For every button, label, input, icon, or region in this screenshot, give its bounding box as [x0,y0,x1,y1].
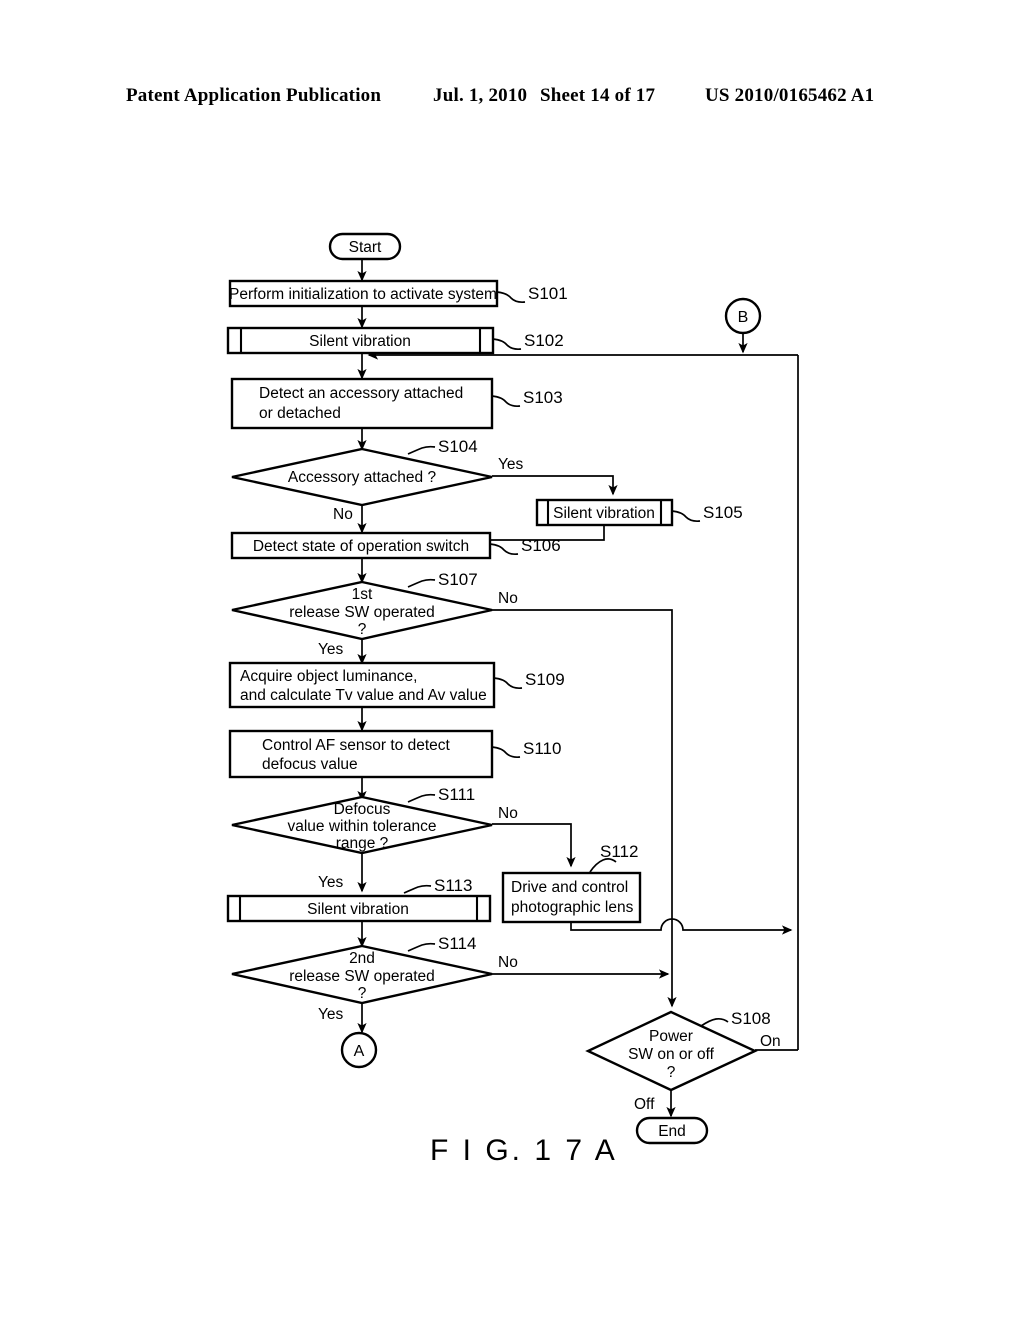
step-s112: S112 [600,842,638,861]
node-s108-line1: Power [649,1028,693,1045]
step-s108: S108 [731,1009,771,1028]
edge-s107-no-to-s108 [492,609,677,1008]
node-s104-label: Accessory attached ? [288,469,437,486]
node-s110: Control AF sensor to detect defocus valu… [228,729,561,779]
node-s106: Detect state of operation switch S106 [230,531,561,560]
step-s103: S103 [523,388,563,407]
edge-label-s104-no: No [333,506,353,523]
node-s103-line2: or detached [259,405,341,422]
node-s107-line3: ? [358,621,367,638]
node-s110-line1: Control AF sensor to detect [262,737,451,754]
leader-s114 [407,942,436,952]
node-s103: Detect an accessory attached or detached… [230,377,563,430]
node-s107-line2: release SW operated [289,604,435,621]
node-s111: Defocus value within tolerance range ? S… [231,785,518,891]
connector-a-label: A [354,1043,365,1060]
leader-s104 [407,445,436,455]
edge-label-s104-yes: Yes [498,456,524,473]
node-s107-line1: 1st [352,586,373,603]
step-s104: S104 [438,437,478,456]
flowchart-svg: Start Perform initialization to activate… [226,232,799,1167]
leader-s113 [403,884,432,894]
node-s113: Silent vibration S113 [226,876,492,923]
flowchart-figure: Start Perform initialization to activate… [0,0,1024,1320]
leader-s109 [493,677,523,690]
node-s109: Acquire object luminance, and calculate … [228,661,565,709]
edge-s111-no-to-s112 [492,823,576,868]
connector-a: A [340,1031,378,1069]
edge-s104-yes-to-s105 [492,475,618,496]
node-s112-line2: photographic lens [511,899,634,916]
node-s110-line2: defocus value [262,756,358,773]
node-s101: Perform initialization to activate syste… [228,279,568,308]
node-s114-line2: release SW operated [289,968,435,985]
node-s113-label: Silent vibration [307,901,409,918]
terminator-start-label: Start [349,239,382,256]
edge-label-s108-off: Off [634,1096,655,1113]
node-s108-line2: SW on or off [628,1046,715,1063]
node-s108-line3: ? [667,1064,676,1081]
terminator-start: Start [328,232,402,261]
node-s109-line2: and calculate Tv value and Av value [240,687,487,704]
node-s105-label: Silent vibration [553,505,655,522]
leader-s107 [407,578,436,588]
leader-s101 [496,291,526,304]
edge-label-s111-yes: Yes [318,874,344,891]
node-s108: Power SW on or off ? S108 On Off [585,1009,781,1113]
node-s107: 1st release SW operated ? S107 No Yes [231,570,518,658]
node-s106-label: Detect state of operation switch [253,538,469,555]
node-s104: Accessory attached ? S104 Yes No [231,437,524,523]
connector-b-label: B [738,309,749,326]
step-s110: S110 [523,739,561,758]
node-s102-label: Silent vibration [309,333,411,350]
node-s102: Silent vibration S102 [226,326,564,355]
step-s106: S106 [521,536,561,555]
edge-label-s108-on: On [760,1033,781,1050]
node-s103-line1: Detect an accessory attached [259,385,463,402]
node-s101-label: Perform initialization to activate syste… [229,286,497,303]
node-s111-line1: Defocus [334,801,391,818]
node-s114-line1: 2nd [349,950,375,967]
leader-s111 [407,793,436,803]
node-s111-line2: value within tolerance [287,818,436,835]
step-s109: S109 [525,670,565,689]
node-s109-line1: Acquire object luminance, [240,668,418,685]
step-s113: S113 [434,876,472,895]
node-s105: Silent vibration S105 [535,498,743,527]
step-s114: S114 [438,934,476,953]
node-s111-line3: range ? [336,835,389,852]
step-s102: S102 [524,331,564,350]
leader-s105 [671,510,701,523]
node-s112-line1: Drive and control [511,879,628,896]
edge-label-s111-no: No [498,805,518,822]
leader-s103 [491,395,521,408]
step-s101: S101 [528,284,568,303]
step-s105: S105 [703,503,743,522]
leader-s108 [700,1017,729,1027]
terminator-end-label: End [658,1123,686,1140]
edge-label-s107-no: No [498,590,518,607]
leader-s106 [489,543,519,556]
node-s114-line3: ? [358,985,367,1002]
step-s107: S107 [438,570,478,589]
connector-b: B [724,297,762,335]
edge-label-s114-no: No [498,954,518,971]
node-s114: 2nd release SW operated ? S114 No Yes [231,934,518,1023]
figure-label: F I G. 1 7 A [430,1134,618,1167]
leader-s110 [491,746,521,759]
edge-label-s107-yes: Yes [318,641,344,658]
patent-page: Patent Application Publication Jul. 1, 2… [0,0,1024,1320]
terminator-end: End [635,1116,709,1145]
step-s111: S111 [438,785,475,804]
edge-label-s114-yes: Yes [318,1006,344,1023]
leader-s102 [492,338,522,351]
